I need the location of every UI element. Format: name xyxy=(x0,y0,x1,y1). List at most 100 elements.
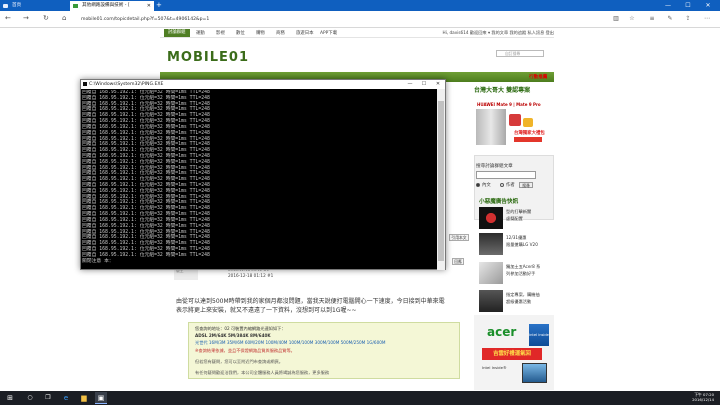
quote-button[interactable]: 引用本文 xyxy=(449,234,469,241)
gift-icon xyxy=(509,114,521,126)
nav-shopping[interactable]: 購物 xyxy=(256,30,265,36)
search-icon[interactable]: ○ xyxy=(24,392,36,404)
laptop-image xyxy=(522,363,547,383)
event-line: 超級優惠活動 xyxy=(506,299,532,304)
minimize-button[interactable]: — xyxy=(658,0,678,11)
event-thumbnail xyxy=(479,233,503,255)
site-favicon-icon xyxy=(73,4,78,8)
intel-badge: intel inside xyxy=(529,324,549,346)
url-field[interactable]: mobile01.com/topicdetail.php?f=507&t=490… xyxy=(81,15,461,24)
radio-author-label: 作者 xyxy=(506,183,515,188)
forum-search-label: 搜尋討論群組文章 xyxy=(476,164,513,169)
taskbar: ⊞ ○ ❐ e ▆ ▣ 下午 07:20 2016/12/14 xyxy=(0,391,720,405)
clock-date: 2016/12/14 xyxy=(692,397,714,402)
event-thumbnail xyxy=(479,262,503,284)
info-line: 但若您有疑問，您可以至附近門市查詢或網頁。 xyxy=(195,359,283,364)
new-tab-button[interactable]: + xyxy=(156,1,164,10)
console-title: C:\Windows\System32\PING.EXE xyxy=(89,82,164,87)
ad-promo: 台灣獨家大禮包 xyxy=(514,131,545,136)
radio-content-label: 內文 xyxy=(482,183,491,188)
ad-cta-bar xyxy=(514,137,542,142)
nav-forum[interactable]: 討論群組 xyxy=(164,29,190,37)
event-item[interactable]: 型的打擊新聞 虛擬配置 xyxy=(479,207,551,230)
info-line: 有任何疑問歡迎洽我們，本公司全體服務人員將竭誠為您服務，更多服務 xyxy=(195,370,330,375)
scrollbar-thumb[interactable] xyxy=(438,101,444,261)
console-maximize-button[interactable]: ☐ xyxy=(417,80,431,89)
acer-ad[interactable]: acer intel inside 吉雲好禮運氣回 Intel Inside® xyxy=(474,315,554,390)
console-window[interactable]: C:\Windows\System32\PING.EXE — ☐ ✕ 回覆自 1… xyxy=(80,79,446,270)
console-scrollbar[interactable] xyxy=(437,89,445,270)
site-logo[interactable]: MOBILE01 xyxy=(167,50,249,65)
activity-link[interactable]: 行動推薦 xyxy=(529,74,547,80)
acer-promo: 吉雲好禮運氣回 xyxy=(482,348,542,360)
info-line: 您查詢的地址：02 可裝置內縮網路光速如如下： xyxy=(195,326,286,331)
event-thumbnail xyxy=(479,207,503,229)
reading-view-icon[interactable]: ▥ xyxy=(612,15,620,23)
event-line: 列參加活動好手 xyxy=(506,271,536,276)
note-icon[interactable]: ✎ xyxy=(666,15,674,23)
console-output[interactable]: 回覆自 168.95.192.1: 位元組=32 時間=1ms TTL=248 … xyxy=(82,90,437,270)
event-line: 12/31優惠 xyxy=(506,235,527,240)
console-title-bar[interactable]: C:\Windows\System32\PING.EXE — ☐ ✕ xyxy=(81,80,445,89)
acer-note: Intel Inside® xyxy=(482,365,507,370)
huawei-ad[interactable]: HUAWEI Mate 9 | Mate 9 Pro 台灣獨家大禮包 xyxy=(474,100,554,154)
forum-search-button[interactable]: 搜尋 xyxy=(519,182,533,188)
console-close-button[interactable]: ✕ xyxy=(431,80,445,89)
right-banner-title[interactable]: 台灣大哥大 雙認專案 xyxy=(474,85,530,94)
forum-search-input[interactable] xyxy=(476,171,536,179)
radio-author[interactable] xyxy=(500,183,504,187)
nav-business[interactable]: 商務 xyxy=(276,30,285,36)
back-arrow-icon[interactable]: ← xyxy=(5,14,11,22)
radio-content[interactable] xyxy=(476,183,480,187)
page-icon xyxy=(3,4,8,8)
nav-travel[interactable]: 旅遊日本 xyxy=(296,30,314,36)
reply-button[interactable]: 回應 xyxy=(452,258,464,265)
event-line: 型的打擊新聞 xyxy=(506,209,532,214)
system-tray[interactable]: 下午 07:20 2016/12/14 xyxy=(692,392,714,402)
event-line: 獨加土五Acer8 系 xyxy=(506,264,541,269)
tab-close-icon[interactable]: ✕ xyxy=(147,1,151,11)
maximize-button[interactable]: ☐ xyxy=(678,0,698,11)
nav-sports[interactable]: 運動 xyxy=(196,30,205,36)
info-line: 光世代 16M/3M 35M/6M 60M/20M 100M/40M 100M/… xyxy=(195,340,386,345)
event-item[interactable]: 12/31優惠 限量搶購LG V20 xyxy=(479,233,551,256)
acer-logo: acer xyxy=(487,325,517,339)
nav-video[interactable]: 影視 xyxy=(216,30,225,36)
task-view-icon[interactable]: ❐ xyxy=(42,392,54,404)
console-icon xyxy=(83,82,87,86)
user-links[interactable]: Hi, davis614 歡迎回來 ▾ 我的文章 我的追蹤 私人訊息 登出 xyxy=(443,30,554,36)
event-section-title: 小惡魔廣告快訊 xyxy=(479,199,519,205)
gift-icon xyxy=(523,118,533,127)
tab-active[interactable]: 其他網路設備與技術 - [ ✕ xyxy=(70,1,154,11)
share-icon[interactable]: ⇪ xyxy=(684,15,692,23)
ad-brand: HUAWEI Mate 9 | Mate 9 Pro xyxy=(477,102,541,107)
site-search-input[interactable]: 自訂搜尋 xyxy=(496,50,544,57)
event-item[interactable]: 獨加土五Acer8 系 列參加活動好手 xyxy=(479,262,551,285)
browser-tab-bar: 首頁 其他網路設備與技術 - [ ✕ + — ☐ ✕ xyxy=(0,0,720,11)
nav-digital[interactable]: 數位 xyxy=(236,30,245,36)
close-window-button[interactable]: ✕ xyxy=(698,0,718,11)
forward-arrow-icon[interactable]: → xyxy=(23,14,29,22)
home-icon[interactable]: ⌂ xyxy=(62,14,66,22)
windows-start-icon[interactable]: ⊞ xyxy=(4,392,16,404)
console-taskbar-icon[interactable]: ▣ xyxy=(95,392,107,404)
favorite-star-icon[interactable]: ☆ xyxy=(628,15,636,23)
event-item[interactable]: 指定專案，購機抽 超級優惠活動 xyxy=(479,290,551,313)
info-line: ADSL 2M/64K 5M/384K 8M/640K xyxy=(195,333,271,338)
address-bar: ← → ↻ ⌂ mobile01.com/topicdetail.php?f=5… xyxy=(0,11,720,28)
refresh-icon[interactable]: ↻ xyxy=(43,14,49,22)
file-explorer-icon[interactable]: ▆ xyxy=(78,392,90,404)
console-minimize-button[interactable]: — xyxy=(403,80,417,89)
phone-image xyxy=(476,109,506,145)
hub-icon[interactable]: ≡ xyxy=(648,15,656,23)
speed-info-box: 您查詢的地址：02 可裝置內縮網路光速如如下： ADSL 2M/64K 5M/3… xyxy=(188,322,460,379)
nav-app[interactable]: APP下載 xyxy=(320,30,337,36)
post-body-line: 表示將更上來安裝，就又不遠遠了一下資料，沒想到可以到1G喔~~ xyxy=(176,307,357,314)
post-body-line: 由從可以達到500M時帶到我的家個月都沒問題，當我天說便打電腦開心一下速度，今日… xyxy=(176,298,445,305)
tab-home[interactable]: 首頁 xyxy=(0,1,70,11)
event-line: 虛擬配置 xyxy=(506,216,523,221)
event-thumbnail xyxy=(479,290,503,312)
edge-browser-icon[interactable]: e xyxy=(60,392,72,404)
info-line: ※查詢結果依據，並且不保證網路品質與服務品質等。 xyxy=(195,348,295,353)
more-icon[interactable]: ⋯ xyxy=(703,15,711,23)
